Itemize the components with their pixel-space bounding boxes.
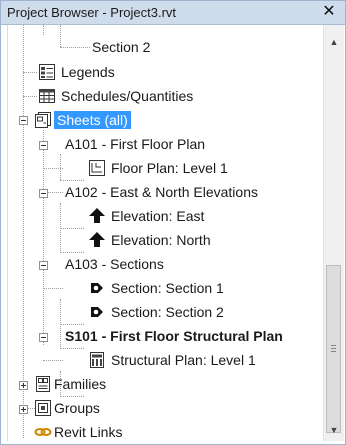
tree-item-elevation-north[interactable]: Elevation: North xyxy=(8,228,322,252)
tree-item-sheets-all[interactable]: Sheets (all) xyxy=(8,108,322,132)
scroll-down-icon[interactable]: ▼ xyxy=(324,421,344,439)
tree-item-label: Structural Plan: Level 1 xyxy=(111,352,256,368)
collapse-toggle[interactable] xyxy=(39,333,48,342)
window-title: Project Browser - Project3.rvt xyxy=(7,5,177,20)
tree-item-label: Schedules/Quantities xyxy=(61,88,194,104)
tree-item-label: A101 - First Floor Plan xyxy=(65,136,206,152)
tree-item-label: Section: Section 2 xyxy=(111,304,224,320)
tree-item-groups[interactable]: Groups xyxy=(8,396,322,420)
collapse-toggle[interactable] xyxy=(39,141,48,150)
close-icon[interactable]: ✕ xyxy=(321,3,337,21)
groups-icon xyxy=(35,400,51,416)
schedule-icon xyxy=(39,89,55,103)
tree-item-sheet-a102[interactable]: A102 - East & North Elevations xyxy=(8,180,322,204)
tree-item-label: Revit Links xyxy=(54,424,123,440)
legend-icon xyxy=(39,64,55,80)
tree-item-label: Elevation: East xyxy=(111,208,205,224)
tree-item-label: Section: Section 1 xyxy=(111,280,224,296)
project-browser-window: Project Browser - Project3.rvt ✕ Section… xyxy=(0,0,346,445)
expand-toggle[interactable] xyxy=(19,381,28,390)
tree-item-schedules-quantities[interactable]: Schedules/Quantities xyxy=(8,84,322,108)
tree-item-label: A103 - Sections xyxy=(65,256,164,272)
tree-item-sheet-a101[interactable]: A101 - First Floor Plan xyxy=(8,132,322,156)
tree-item-label: A102 - East & North Elevations xyxy=(65,184,258,200)
tree-item-label: Sheets (all) xyxy=(54,111,131,129)
collapse-toggle[interactable] xyxy=(39,261,48,270)
elevation-icon xyxy=(89,232,105,247)
collapse-toggle[interactable] xyxy=(19,116,28,125)
tree-item-sheet-a103[interactable]: A103 - Sections xyxy=(8,252,322,276)
tree-item-families[interactable]: Families xyxy=(8,372,322,396)
collapse-toggle[interactable] xyxy=(39,189,48,198)
tree-item-section-section-2[interactable]: Section: Section 2 xyxy=(8,300,322,324)
title-bar[interactable]: Project Browser - Project3.rvt ✕ xyxy=(1,1,345,25)
tree-item-elevation-east[interactable]: Elevation: East xyxy=(8,204,322,228)
tree-item-structural-plan-level-1[interactable]: Structural Plan: Level 1 xyxy=(8,348,322,372)
expand-toggle[interactable] xyxy=(19,405,28,414)
section-icon xyxy=(91,283,103,293)
tree-item-label: Elevation: North xyxy=(111,232,211,248)
tree-item-label: Section 2 xyxy=(92,39,151,55)
vertical-scrollbar[interactable]: ▲ ▼ xyxy=(323,25,344,441)
tree-item-section-section-1[interactable]: Section: Section 1 xyxy=(8,276,322,300)
section-icon xyxy=(91,307,103,317)
tree-item-label: Families xyxy=(54,376,107,392)
browser-tree[interactable]: Section 2 Legends Schedules/Quantities S… xyxy=(7,25,322,441)
scroll-up-icon[interactable]: ▲ xyxy=(324,33,344,51)
tree-item-label: Legends xyxy=(61,64,115,80)
elevation-icon xyxy=(89,208,105,223)
tree-item-label: Floor Plan: Level 1 xyxy=(111,160,228,176)
tree-item-label: S101 - First Floor Structural Plan xyxy=(65,328,283,344)
tree-item-section-2[interactable]: Section 2 xyxy=(8,35,322,59)
scroll-thumb[interactable] xyxy=(326,265,341,433)
tree-item-floor-plan-level-1[interactable]: Floor Plan: Level 1 xyxy=(8,156,322,180)
tree-item-legends[interactable]: Legends xyxy=(8,60,322,84)
structural-plan-icon xyxy=(90,352,104,368)
grip-icon xyxy=(331,345,336,352)
tree-item-sheet-s101[interactable]: S101 - First Floor Structural Plan xyxy=(8,324,322,348)
revit-links-icon xyxy=(34,428,52,436)
families-icon xyxy=(36,376,50,392)
tree-item-label: Groups xyxy=(54,400,100,416)
sheets-icon xyxy=(35,112,51,128)
tree-item-revit-links[interactable]: Revit Links xyxy=(8,420,322,441)
floor-plan-icon xyxy=(89,160,105,176)
